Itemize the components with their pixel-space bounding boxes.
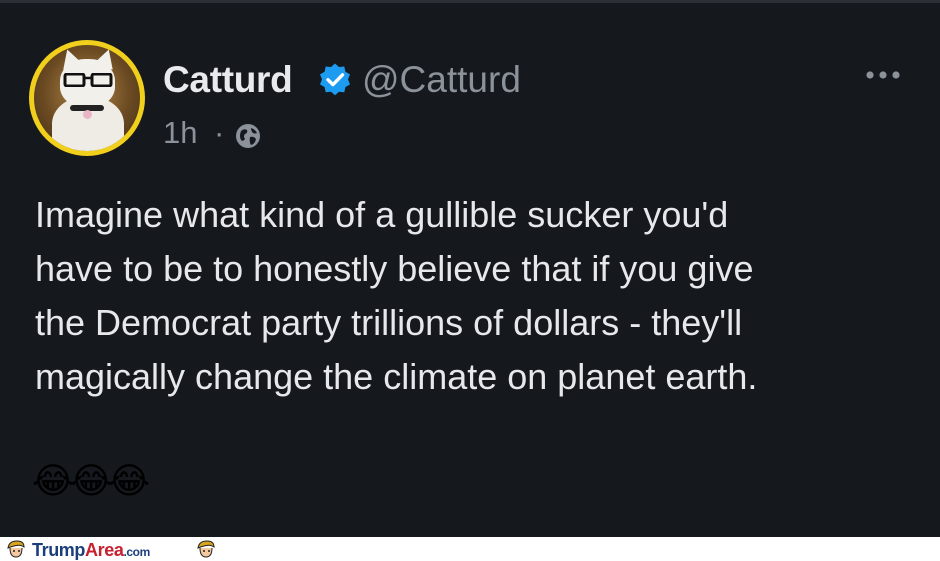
tweet-text-line: have to be to honestly believe that if y… <box>35 248 754 289</box>
tweet-text-line: the Democrat party trillions of dollars … <box>35 302 743 343</box>
brand-part2: Area <box>85 540 124 560</box>
laughing-emojis: 😂😂😂 <box>32 460 150 501</box>
timestamp[interactable]: 1h <box>163 115 197 151</box>
verified-badge-icon <box>320 63 350 96</box>
brand-part3: .com <box>123 545 150 559</box>
more-options-icon[interactable] <box>862 63 906 87</box>
cat-tag <box>83 110 92 119</box>
avatar[interactable] <box>29 40 145 156</box>
tweet-text-line: magically change the climate on planet e… <box>35 356 758 397</box>
meta-separator: · <box>214 115 225 150</box>
display-name[interactable]: Catturd <box>163 59 293 101</box>
trumparea-logo: TrumpArea.com <box>32 540 150 561</box>
user-handle[interactable]: @Catturd <box>362 59 521 101</box>
glasses-icon <box>63 73 113 87</box>
tweet-text: Imagine what kind of a gullible sucker y… <box>35 188 915 404</box>
globe-icon <box>236 124 260 148</box>
trump-face-icon <box>197 540 215 558</box>
trump-face-icon <box>7 540 25 558</box>
watermark-bar: TrumpArea.com <box>0 537 940 561</box>
brand-part1: Trump <box>32 540 86 560</box>
tweet-card[interactable]: Catturd @Catturd 1h · Imagine what kind … <box>0 0 940 537</box>
tweet-text-line: Imagine what kind of a gullible sucker y… <box>35 194 729 235</box>
